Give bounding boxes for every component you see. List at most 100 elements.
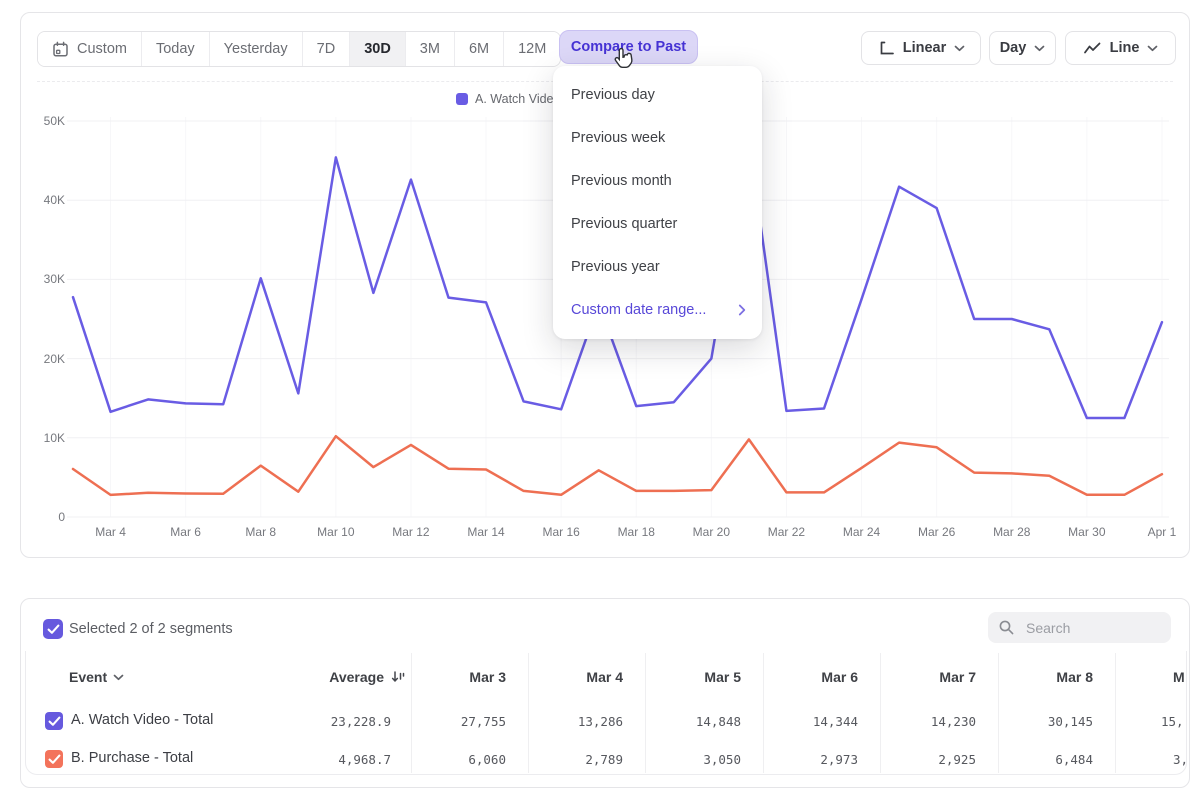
column-separator (1115, 653, 1116, 773)
y-axis-label: 40K (21, 193, 65, 207)
date-range-label: 30D (364, 41, 391, 57)
date-range-label: Custom (77, 41, 127, 57)
chevron-right-icon (738, 304, 746, 316)
line-dropdown-button[interactable]: Line (1065, 31, 1176, 65)
calendar-icon (52, 41, 69, 58)
cell-value: 14,848 (636, 714, 741, 729)
x-axis-label: Mar 4 (81, 525, 141, 539)
x-axis-label: Apr 1 (1132, 525, 1192, 539)
x-axis-label: Mar 12 (381, 525, 441, 539)
chevron-down-icon (1034, 45, 1045, 52)
cell-value: 2,925 (871, 752, 976, 767)
menu-item-previous-quarter[interactable]: Previous quarter (553, 202, 762, 245)
cell-value-truncated: 3, (1173, 752, 1188, 767)
cell-value: 27,755 (401, 714, 506, 729)
menu-item-label: Previous year (571, 259, 660, 275)
cell-value: 2,789 (518, 752, 623, 767)
menu-item-previous-month[interactable]: Previous month (553, 159, 762, 202)
row-checkbox-a-watch-video-total[interactable] (45, 712, 63, 730)
app-root: Custom Today Yesterday 7D 30D 3M 6M 12M Compare… (0, 0, 1200, 802)
segments-card: Selected 2 of 2 segments EventAverageMar… (20, 598, 1190, 788)
chevron-down-icon (113, 674, 124, 681)
menu-item-previous-day[interactable]: Previous day (553, 73, 762, 116)
y-axis-label: 20K (21, 352, 65, 366)
date-range-30d[interactable]: 30D (350, 32, 406, 66)
date-range-label: 6M (469, 41, 489, 57)
compare-dropdown-menu: Previous day Previous week Previous month P… (553, 66, 762, 339)
date-range-group: Custom Today Yesterday 7D 30D 3M 6M 12M (37, 31, 561, 67)
cell-average: 23,228.9 (261, 714, 391, 729)
menu-item-label: Custom date range... (571, 302, 706, 318)
search-box (988, 612, 1171, 643)
cell-value: 14,230 (871, 714, 976, 729)
x-axis-label: Mar 28 (982, 525, 1042, 539)
chevron-down-icon (954, 45, 965, 52)
row-label[interactable]: A. Watch Video - Total (71, 712, 213, 728)
cell-value: 6,060 (401, 752, 506, 767)
column-header-date[interactable]: Mar 4 (523, 669, 623, 685)
menu-item-custom-date-range[interactable]: Custom date range... (553, 288, 762, 331)
x-axis-label: Mar 30 (1057, 525, 1117, 539)
cell-value-truncated: 15, (1161, 714, 1184, 729)
x-axis-label: Mar 18 (606, 525, 666, 539)
line-chart-icon (1083, 41, 1102, 56)
y-axis-label: 50K (21, 114, 65, 128)
legend-swatch (456, 93, 468, 105)
axis-icon (877, 40, 895, 56)
compare-to-past-button[interactable]: Compare to Past (559, 30, 698, 64)
date-range-3m[interactable]: 3M (406, 32, 455, 66)
row-checkbox-b-purchase-total[interactable] (45, 750, 63, 768)
cell-value: 2,973 (753, 752, 858, 767)
date-range-label: 3M (420, 41, 440, 57)
y-axis-label: 30K (21, 272, 65, 286)
linear-label: Linear (903, 40, 947, 56)
date-range-custom[interactable]: Custom (38, 32, 142, 66)
cell-value: 30,145 (988, 714, 1093, 729)
x-axis-label: Mar 24 (832, 525, 892, 539)
date-range-6m[interactable]: 6M (455, 32, 504, 66)
day-label: Day (1000, 40, 1027, 56)
column-header-event[interactable]: Event (69, 669, 124, 685)
menu-item-previous-week[interactable]: Previous week (553, 116, 762, 159)
date-range-label: Today (156, 41, 195, 57)
select-all-checkbox[interactable] (43, 619, 63, 639)
date-range-yesterday[interactable]: Yesterday (210, 32, 303, 66)
x-axis-label: Mar 22 (756, 525, 816, 539)
row-label[interactable]: B. Purchase - Total (71, 750, 193, 766)
menu-item-label: Previous month (571, 173, 672, 189)
x-axis-label: Mar 10 (306, 525, 366, 539)
column-header-average[interactable]: Average (261, 669, 406, 685)
sort-desc-icon (390, 670, 406, 684)
x-axis-label: Mar 8 (231, 525, 291, 539)
series-line-b-purchase-total (73, 436, 1162, 495)
x-axis-label: Mar 6 (156, 525, 216, 539)
x-axis-label: Mar 16 (531, 525, 591, 539)
date-range-label: 7D (317, 41, 336, 57)
x-axis-label: Mar 26 (907, 525, 967, 539)
y-axis-label: 0 (21, 510, 65, 524)
column-header-date[interactable]: Mar 3 (406, 669, 506, 685)
column-header-date[interactable]: Mar 6 (758, 669, 858, 685)
column-header-date[interactable]: Mar 8 (993, 669, 1093, 685)
date-range-today[interactable]: Today (142, 32, 210, 66)
search-input[interactable] (1024, 619, 1148, 637)
menu-item-previous-year[interactable]: Previous year (553, 245, 762, 288)
x-axis-label: Mar 14 (456, 525, 516, 539)
event-header-label: Event (69, 669, 107, 685)
y-axis-label: 10K (21, 431, 65, 445)
cell-value: 6,484 (988, 752, 1093, 767)
day-dropdown-button[interactable]: Day (989, 31, 1056, 65)
date-range-12m[interactable]: 12M (504, 32, 560, 66)
column-header-truncated: M (1173, 669, 1185, 685)
date-range-label: Yesterday (224, 41, 288, 57)
menu-item-label: Previous quarter (571, 216, 677, 232)
menu-item-label: Previous week (571, 130, 665, 146)
menu-item-label: Previous day (571, 87, 655, 103)
column-header-date[interactable]: Mar 5 (641, 669, 741, 685)
cell-value: 13,286 (518, 714, 623, 729)
date-range-label: 12M (518, 41, 546, 57)
linear-dropdown-button[interactable]: Linear (861, 31, 981, 65)
column-header-date[interactable]: Mar 7 (876, 669, 976, 685)
date-range-7d[interactable]: 7D (303, 32, 351, 66)
line-label: Line (1110, 40, 1140, 56)
